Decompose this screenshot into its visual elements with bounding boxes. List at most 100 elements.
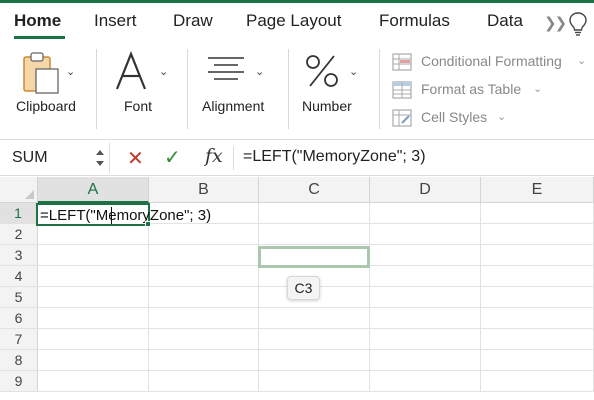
reference-cell-highlight <box>258 246 370 268</box>
ribbon-home: ⌄ Clipboard ⌄ Font ⌄ Alignment ⌄ Number <box>0 41 594 139</box>
cell-styles-label: Cell Styles <box>421 109 488 125</box>
clipboard-group[interactable]: ⌄ Clipboard <box>0 41 95 139</box>
format-as-table-button[interactable]: Format as Table ⌄ <box>390 79 594 101</box>
grid-cell[interactable] <box>149 287 259 308</box>
grid-cell[interactable] <box>149 350 259 371</box>
number-group[interactable]: ⌄ Number <box>289 41 379 139</box>
grid-cell[interactable] <box>149 308 259 329</box>
row-header-5[interactable]: 5 <box>0 287 38 308</box>
grid-cell[interactable] <box>481 266 594 287</box>
fill-handle[interactable] <box>145 221 151 227</box>
column-header-e[interactable]: E <box>481 177 594 203</box>
conditional-formatting-label: Conditional Formatting <box>421 53 562 69</box>
row-header-8[interactable]: 8 <box>0 350 38 371</box>
tab-draw[interactable]: Draw <box>173 11 213 31</box>
row-header-2[interactable]: 2 <box>0 224 38 245</box>
chevron-down-icon: ⌄ <box>497 111 507 123</box>
grid-cell[interactable] <box>149 266 259 287</box>
grid-cell[interactable] <box>259 350 370 371</box>
grid-cell[interactable] <box>259 371 370 392</box>
align-lines-icon <box>208 57 244 80</box>
grid-cell[interactable] <box>370 308 481 329</box>
grid-cell[interactable] <box>370 203 481 224</box>
chevron-down-icon: ⌄ <box>533 83 543 95</box>
grid-cell[interactable] <box>38 308 149 329</box>
insert-function-button[interactable]: fx <box>205 145 223 167</box>
grid-cell[interactable] <box>481 287 594 308</box>
grid-cell[interactable] <box>481 203 594 224</box>
column-header-a[interactable]: A <box>38 177 149 203</box>
chevron-down-icon: ⌄ <box>159 66 169 78</box>
grid-cell[interactable] <box>370 266 481 287</box>
grid-cell[interactable] <box>481 245 594 266</box>
formula-input[interactable]: =LEFT("MemoryZone"; 3) <box>243 148 426 166</box>
alignment-group[interactable]: ⌄ Alignment <box>188 41 288 139</box>
cell-reference-tooltip: C3 <box>287 276 320 300</box>
grid-cell[interactable] <box>370 371 481 392</box>
formula-bar-divider <box>233 146 234 170</box>
row-header-7[interactable]: 7 <box>0 329 38 350</box>
grid-cell[interactable] <box>38 329 149 350</box>
chevron-down-icon: ⌄ <box>577 55 587 67</box>
double-chevron-right-icon[interactable]: ❯❯ <box>544 14 567 32</box>
grid-cell[interactable] <box>38 350 149 371</box>
font-group[interactable]: ⌄ Font <box>97 41 187 139</box>
row-header-1[interactable]: 1 <box>0 203 38 224</box>
grid-cell[interactable] <box>481 224 594 245</box>
grid-cell[interactable] <box>149 224 259 245</box>
tab-home[interactable]: Home <box>14 11 61 31</box>
grid-cell[interactable] <box>481 371 594 392</box>
lightbulb-icon[interactable] <box>568 11 588 37</box>
format-as-table-icon <box>392 81 412 99</box>
grid-cell[interactable] <box>259 203 370 224</box>
text-caret <box>111 207 112 224</box>
grid-cell[interactable] <box>481 329 594 350</box>
chevron-down-icon: ⌄ <box>66 66 76 78</box>
grid-cell[interactable] <box>149 371 259 392</box>
active-cell-text[interactable]: =LEFT("MemoryZone"; 3) <box>40 207 211 224</box>
grid-cell[interactable] <box>259 329 370 350</box>
column-header-d[interactable]: D <box>370 177 481 203</box>
grid-cell[interactable] <box>481 350 594 371</box>
grid-cell[interactable] <box>149 245 259 266</box>
grid-cell[interactable] <box>481 308 594 329</box>
formula-bar: SUM ✕ ✓ fx =LEFT("MemoryZone"; 3) <box>0 139 594 176</box>
grid-cell[interactable] <box>370 224 481 245</box>
row-header-4[interactable]: 4 <box>0 266 38 287</box>
cell-styles-icon <box>392 109 412 127</box>
column-header-c[interactable]: C <box>259 177 370 203</box>
grid-cell[interactable] <box>38 245 149 266</box>
grid-cell[interactable] <box>259 224 370 245</box>
tab-insert[interactable]: Insert <box>94 11 137 31</box>
grid-cell[interactable] <box>38 224 149 245</box>
chevron-down-icon: ⌄ <box>349 66 359 78</box>
tab-formulas[interactable]: Formulas <box>379 11 450 31</box>
grid-cell[interactable] <box>38 287 149 308</box>
grid-cell[interactable] <box>370 350 481 371</box>
grid-cell[interactable] <box>38 371 149 392</box>
grid-cell[interactable] <box>370 245 481 266</box>
tab-data[interactable]: Data <box>487 11 523 31</box>
grid-cell[interactable] <box>370 287 481 308</box>
font-label: Font <box>124 98 153 114</box>
grid-cell[interactable] <box>259 308 370 329</box>
name-box-stepper-icon[interactable] <box>94 147 106 169</box>
cancel-icon[interactable]: ✕ <box>127 146 144 171</box>
select-all-corner[interactable] <box>0 177 38 203</box>
grid-cell[interactable] <box>149 329 259 350</box>
conditional-formatting-button[interactable]: Conditional Formatting ⌄ <box>390 51 594 73</box>
grid-cell[interactable] <box>38 266 149 287</box>
row-header-3[interactable]: 3 <box>0 245 38 266</box>
tab-page-layout[interactable]: Page Layout <box>246 11 341 31</box>
clipboard-label: Clipboard <box>16 98 76 114</box>
grid-cell[interactable] <box>370 329 481 350</box>
row-header-6[interactable]: 6 <box>0 308 38 329</box>
cell-styles-button[interactable]: Cell Styles ⌄ <box>390 107 594 129</box>
worksheet-grid: A B C D E 1 2 3 4 5 6 7 8 9 =LEFT("Memor… <box>0 177 594 400</box>
enter-check-icon[interactable]: ✓ <box>164 145 181 170</box>
column-header-b[interactable]: B <box>149 177 259 203</box>
name-box[interactable]: SUM <box>0 143 110 173</box>
format-as-table-label: Format as Table <box>421 81 522 97</box>
row-header-9[interactable]: 9 <box>0 371 38 392</box>
chevron-down-icon: ⌄ <box>255 66 265 78</box>
